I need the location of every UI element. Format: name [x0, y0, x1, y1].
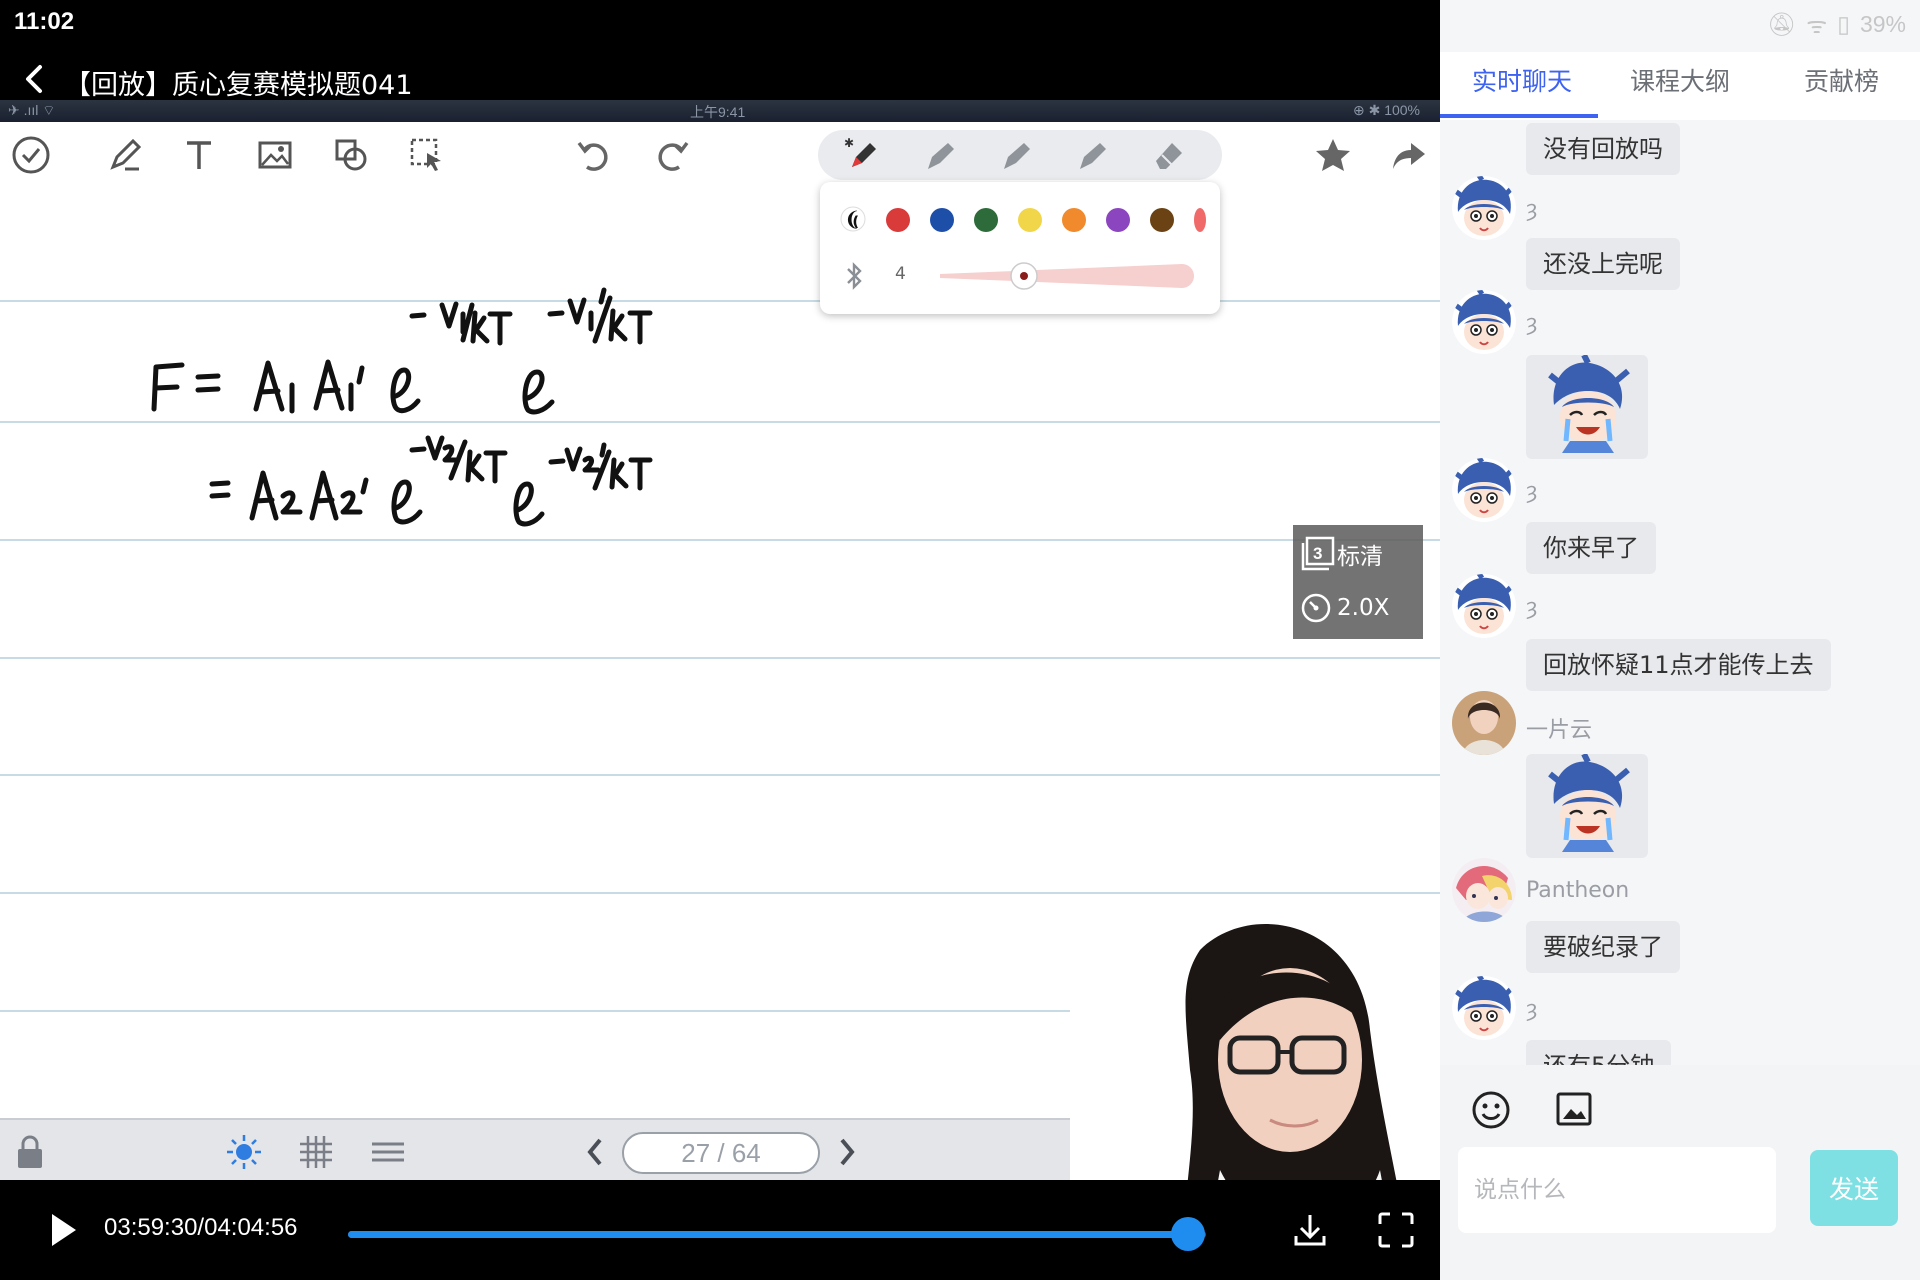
chat-username: ȝ [1526, 997, 1538, 1022]
back-button[interactable] [14, 59, 54, 99]
avatar[interactable] [1452, 858, 1516, 922]
quality-speed-panel: 3 标清 2.0X [1293, 525, 1423, 639]
chat-username: Pantheon [1526, 878, 1630, 903]
fullscreen-icon[interactable] [1376, 1210, 1416, 1250]
mute-icon: 🔕︎ [1767, 10, 1797, 37]
chat-username: ȝ [1526, 197, 1538, 222]
avatar[interactable] [1452, 290, 1516, 354]
video-top-bar: 【回放】质心复赛模拟题041 [0, 55, 1440, 105]
chat-pane: 🔕︎ ᯤ ▯ 39% 实时聊天 课程大纲 贡献榜 没有回放吗 ȝ 还没上完呢 ȝ… [1440, 0, 1920, 1280]
chat-message-list[interactable]: 没有回放吗 ȝ 还没上完呢 ȝ ȝ 你来早了 ȝ 回放怀疑11点才能传上去 一片… [1440, 120, 1920, 1065]
playback-controls: 03:59:30/04:04:56 [0, 1180, 1440, 1280]
quality-selector[interactable]: 3 标清 [1299, 535, 1383, 573]
crying-boy-sticker [1548, 353, 1630, 453]
tab-course-outline[interactable]: 课程大纲 [1630, 62, 1730, 98]
wifi-icon: ᯤ [1806, 12, 1828, 38]
emoji-icon[interactable] [1470, 1089, 1512, 1131]
tab-live-chat[interactable]: 实时聊天 [1472, 62, 1572, 98]
teacher-webcam [1070, 910, 1440, 1180]
chat-input-area: 发送 [1440, 1065, 1920, 1280]
progress-fill [348, 1231, 1188, 1238]
back-arrow-icon [26, 65, 42, 93]
page-indicator: 27 / 64 [622, 1132, 820, 1174]
lines-icon[interactable] [368, 1132, 408, 1172]
chat-bubble: 要破纪录了 [1526, 921, 1680, 973]
battery-percent: 39% [1859, 10, 1906, 37]
image-icon[interactable] [1554, 1089, 1594, 1129]
chat-username: 一片云 [1526, 718, 1593, 743]
active-tab-indicator [1440, 114, 1598, 118]
avatar[interactable] [1452, 691, 1516, 755]
send-button[interactable]: 发送 [1810, 1150, 1898, 1226]
tab-contribution-ranking[interactable]: 贡献榜 [1804, 62, 1879, 98]
chat-sticker [1526, 353, 1648, 459]
speed-timer-icon [1301, 593, 1331, 623]
teacher-video-frame [1070, 910, 1440, 1180]
quality-badge: 3 [1313, 544, 1322, 563]
download-icon[interactable] [1290, 1210, 1330, 1250]
prev-page-icon[interactable] [580, 1134, 610, 1170]
avatar-image [1452, 176, 1516, 240]
chat-bubble: 还没上完呢 [1526, 238, 1680, 290]
avatar[interactable] [1452, 574, 1516, 638]
crying-boy-sticker [1548, 752, 1630, 852]
playback-time: 03:59:30/04:04:56 [104, 1214, 298, 1241]
chat-username: ȝ [1526, 311, 1538, 336]
chat-bubble: 还有5分钟 [1526, 1040, 1672, 1065]
chat-tabs: 实时聊天 课程大纲 贡献榜 [1440, 52, 1920, 120]
speed-selector[interactable]: 2.0X [1299, 591, 1389, 625]
chat-input[interactable] [1458, 1147, 1776, 1233]
quality-label: 标清 [1337, 544, 1383, 570]
avatar-image [1452, 691, 1516, 755]
system-status-icons: 🔕︎ ᯤ ▯ 39% [1767, 8, 1906, 40]
video-title: 【回放】质心复赛模拟题041 [64, 70, 413, 101]
avatar-image [1452, 574, 1516, 638]
lock-icon[interactable] [14, 1134, 46, 1170]
progress-bar[interactable] [348, 1217, 1206, 1251]
whiteboard: ✈ .ııl ⌔ 上午9:41 ⊕ ✱ 100% ✱ ❨ ❪ 4 3 标清 2.… [0, 100, 1440, 1180]
chat-bubble: 没有回放吗 [1526, 123, 1680, 175]
speed-label: 2.0X [1337, 595, 1390, 621]
chat-sticker [1526, 752, 1648, 858]
chat-bubble: 回放怀疑11点才能传上去 [1526, 639, 1831, 691]
battery-icon: ▯ [1837, 10, 1850, 37]
avatar-image [1452, 858, 1516, 922]
brightness-icon[interactable] [224, 1132, 264, 1172]
layers-icon: 3 [1301, 536, 1335, 571]
avatar[interactable] [1452, 176, 1516, 240]
next-page-icon[interactable] [832, 1134, 862, 1170]
play-icon[interactable] [48, 1210, 80, 1250]
status-time: 11:02 [14, 8, 75, 35]
video-pane: 11:02 【回放】质心复赛模拟题041 ✈ .ııl ⌔ 上午9:41 ⊕ ✱… [0, 0, 1440, 1280]
avatar[interactable] [1452, 976, 1516, 1040]
avatar-image [1452, 976, 1516, 1040]
chat-username: ȝ [1526, 479, 1538, 504]
avatar-image [1452, 458, 1516, 522]
avatar-image [1452, 290, 1516, 354]
progress-knob[interactable] [1170, 1217, 1205, 1251]
chat-bubble: 你来早了 [1526, 522, 1656, 574]
chat-username: ȝ [1526, 595, 1538, 620]
avatar[interactable] [1452, 458, 1516, 522]
grid-icon[interactable] [296, 1132, 336, 1172]
